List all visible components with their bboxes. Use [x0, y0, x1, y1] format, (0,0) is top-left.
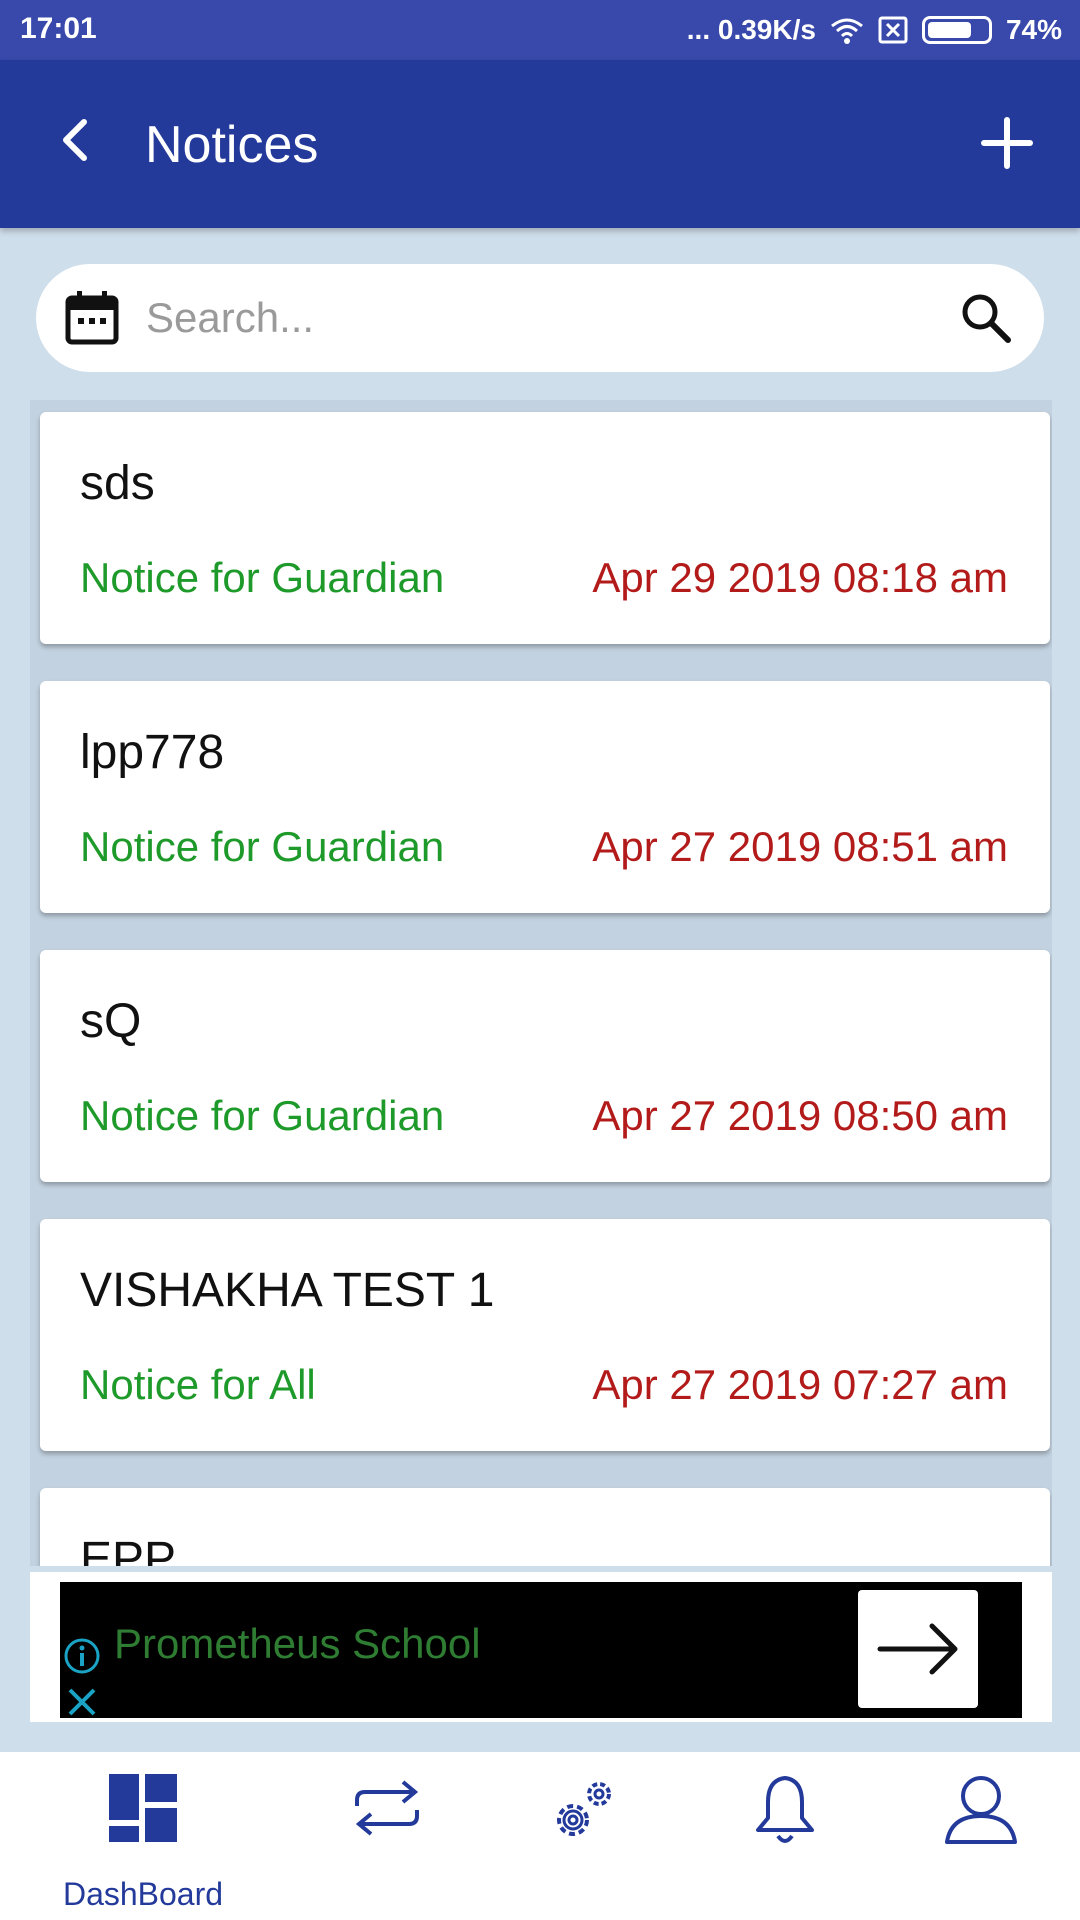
bottom-navigation: DashBoard [0, 1752, 1080, 1920]
sim-icon [878, 16, 908, 44]
dashboard-icon [109, 1774, 177, 1842]
calendar-icon[interactable] [62, 288, 122, 348]
notice-card[interactable]: sds Notice for Guardian Apr 29 2019 08:1… [40, 412, 1050, 644]
back-arrow-icon[interactable] [48, 110, 108, 170]
nav-item-profile[interactable] [896, 1772, 1066, 1902]
status-indicators: ... 0.39K/s 74% [687, 10, 1062, 50]
notice-title: sds [80, 457, 155, 510]
battery-percent: 74% [1005, 14, 1062, 45]
notice-audience: Notice for All [80, 1361, 316, 1408]
nav-label-dashboard: DashBoard [62, 1876, 224, 1912]
settings-gears-icon [557, 1782, 611, 1836]
notice-title: EPP [80, 1533, 177, 1566]
page-title: Notices [145, 116, 319, 174]
notice-card[interactable]: lpp778 Notice for Guardian Apr 27 2019 0… [40, 681, 1050, 913]
notice-audience: Notice for Guardian [80, 823, 445, 870]
network-speed: ... 0.39K/s [686, 14, 816, 45]
notice-date: Apr 27 2019 07:27 am [592, 1361, 1008, 1408]
search-input[interactable] [146, 286, 946, 350]
search-icon[interactable] [956, 288, 1016, 348]
notice-card[interactable]: EPP [40, 1488, 1050, 1566]
battery-icon [921, 16, 992, 44]
notice-audience: Notice for Guardian [80, 1092, 445, 1139]
ad-banner[interactable]: Prometheus School [30, 1572, 1052, 1722]
notice-title: lpp778 [80, 726, 225, 779]
ad-arrow-button[interactable] [858, 1590, 978, 1708]
notice-title: sQ [80, 995, 142, 1048]
notice-card[interactable]: sQ Notice for Guardian Apr 27 2019 08:50… [40, 950, 1050, 1182]
search-bar [36, 264, 1044, 372]
nav-item-swap[interactable] [302, 1772, 472, 1902]
notice-date: Apr 27 2019 08:50 am [592, 1092, 1008, 1139]
notice-list[interactable]: sds Notice for Guardian Apr 29 2019 08:1… [30, 400, 1052, 1566]
arrow-right-icon [877, 1623, 958, 1675]
app-bar: Notices [0, 60, 1080, 228]
notice-title: VISHAKHA TEST 1 [80, 1264, 495, 1317]
notice-date: Apr 29 2019 08:18 am [592, 554, 1008, 601]
notice-audience: Notice for Guardian [80, 554, 445, 601]
close-icon[interactable] [62, 1682, 102, 1722]
ad-title[interactable]: Prometheus School [114, 1620, 481, 1668]
status-bar: 17:01 ... 0.39K/s 74% [0, 0, 1080, 60]
swap-icon [355, 1780, 419, 1836]
nav-item-notifications[interactable] [700, 1772, 870, 1902]
notice-card[interactable]: VISHAKHA TEST 1 Notice for All Apr 27 20… [40, 1219, 1050, 1451]
nav-item-dashboard[interactable]: DashBoard [58, 1772, 228, 1912]
user-icon [945, 1776, 1017, 1844]
status-time: 17:01 [20, 12, 97, 45]
wifi-icon [831, 18, 863, 44]
notice-date: Apr 27 2019 08:51 am [592, 823, 1008, 870]
nav-item-settings[interactable] [498, 1772, 668, 1902]
bell-icon [756, 1776, 814, 1843]
plus-icon[interactable] [976, 112, 1038, 174]
info-icon[interactable] [62, 1636, 102, 1676]
